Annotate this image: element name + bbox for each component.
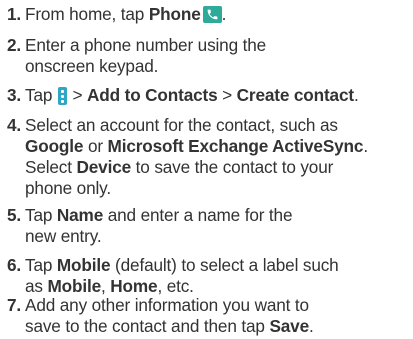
step-number: 1.: [7, 4, 22, 24]
step-number: 6.: [7, 255, 22, 275]
ui-term-save: Save: [269, 316, 309, 336]
step-text: Enter a phone number using the: [25, 35, 267, 55]
step-5: 5. Tap Name and enter a name for the new…: [7, 205, 293, 246]
step-4: 4. Select an account for the contact, su…: [7, 115, 411, 199]
step-text: Select an account for the contact, such …: [25, 115, 338, 135]
step-number: 7.: [7, 295, 22, 315]
step-3: 3. Tap > Add to Contacts > Create contac…: [7, 85, 359, 105]
instruction-steps: 1. From home, tap Phone. 2. Enter a phon…: [0, 0, 413, 339]
ui-term-home: Home: [110, 276, 158, 296]
step-text: onscreen keypad.: [25, 56, 159, 76]
ui-term-phone: Phone: [148, 4, 201, 24]
step-number: 3.: [7, 85, 22, 105]
ui-term-add-to-contacts: Add to Contacts: [87, 85, 218, 105]
step-2: 2. Enter a phone number using the onscre…: [7, 35, 411, 77]
step-7: 7. Add any other information you want to…: [7, 295, 314, 336]
step-number: 4.: [7, 115, 22, 135]
menu-icon: [57, 87, 67, 105]
step-6: 6. Tap Mobile (default) to select a labe…: [7, 255, 339, 296]
step-1: 1. From home, tap Phone.: [7, 4, 227, 24]
ui-term-google: Google: [25, 136, 84, 156]
ui-term-mobile-label: Mobile: [47, 276, 102, 296]
phone-icon: [202, 6, 222, 23]
ui-term-name: Name: [56, 205, 104, 225]
ui-term-create-contact: Create contact: [236, 85, 354, 105]
ui-term-mobile: Mobile: [56, 255, 111, 275]
ui-term-device: Device: [76, 157, 132, 177]
ui-term-exchange-activesync: Microsoft Exchange ActiveSync: [107, 136, 364, 156]
step-number: 2.: [7, 35, 22, 55]
step-number: 5.: [7, 205, 22, 225]
step-text: From home, tap: [25, 4, 149, 24]
